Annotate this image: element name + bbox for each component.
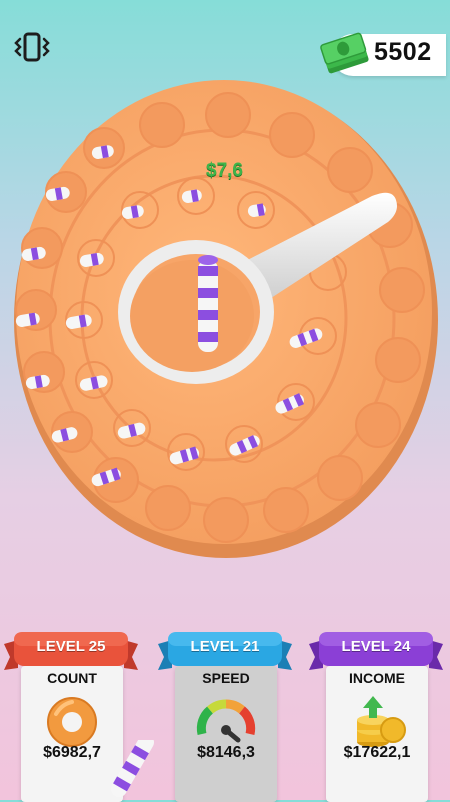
upgrade-title: INCOME [349, 670, 405, 686]
spinning-disc[interactable] [0, 0, 450, 560]
level-label: LEVEL 25 [36, 638, 106, 655]
earning-popup: $7,6 [206, 160, 243, 181]
upgrade-price: $8146,3 [197, 744, 255, 761]
level-label: LEVEL 21 [190, 638, 260, 655]
upgrade-income-card[interactable]: LEVEL 24 INCOME $17622,1 [309, 630, 443, 802]
level-label: LEVEL 24 [341, 638, 411, 655]
upgrade-title: COUNT [47, 670, 97, 686]
game-board[interactable]: $7,6 [0, 0, 450, 560]
upgrade-speed-card[interactable]: LEVEL 21 SPEED $8146,3 [158, 630, 292, 802]
upgrade-title: SPEED [202, 670, 250, 686]
falling-rope-piece [111, 740, 154, 798]
upgrade-price: $17622,1 [343, 744, 411, 761]
